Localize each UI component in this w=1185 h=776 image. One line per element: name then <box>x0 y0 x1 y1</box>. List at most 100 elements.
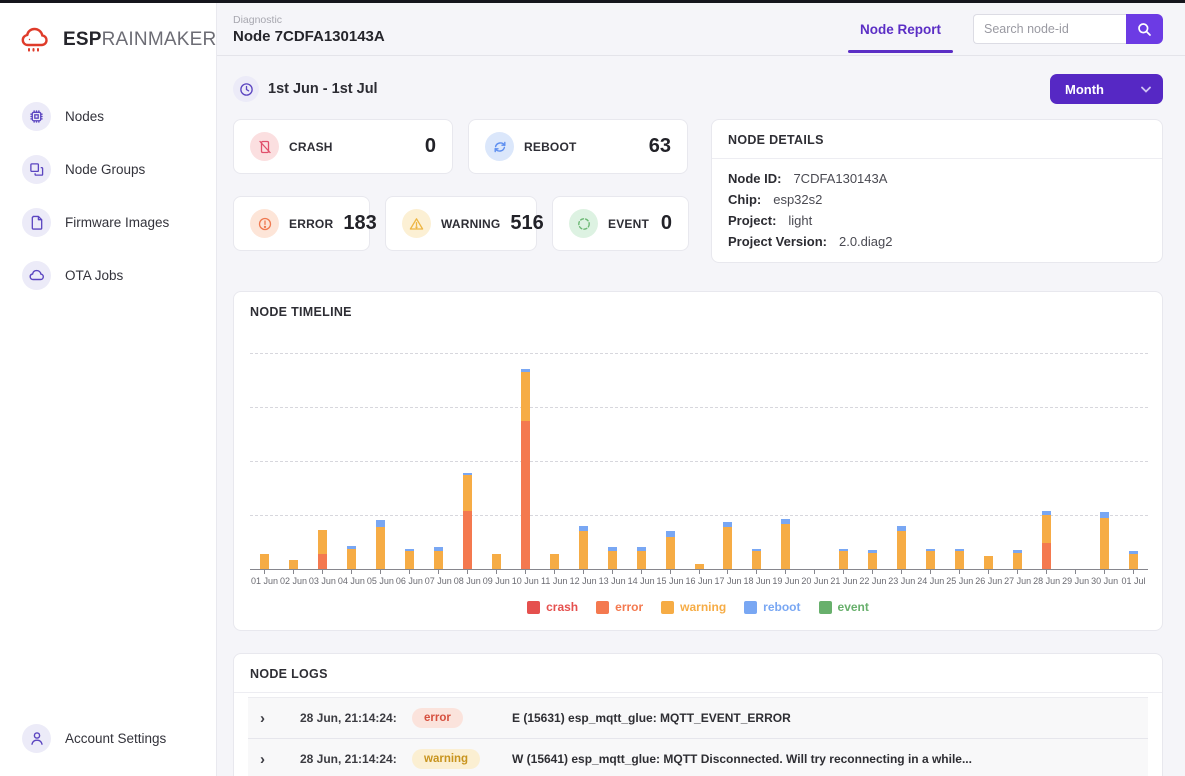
stacked-bar[interactable] <box>434 547 443 569</box>
search-button[interactable] <box>1126 14 1163 44</box>
stacked-bar[interactable] <box>1013 550 1022 569</box>
axis-tick <box>959 569 960 574</box>
axis-tick <box>901 569 902 574</box>
legend-item-reboot[interactable]: reboot <box>744 600 800 614</box>
chart-column: 11 Jun <box>540 344 569 586</box>
firmware-file-icon <box>22 208 51 237</box>
bar-segment-error <box>463 511 472 569</box>
stat-value: 63 <box>649 135 671 158</box>
bar-segment-warning <box>637 551 646 569</box>
stacked-bar[interactable] <box>289 560 298 569</box>
axis-tick <box>1133 569 1134 574</box>
stacked-bar[interactable] <box>897 526 906 569</box>
search-input[interactable] <box>973 14 1126 44</box>
legend-item-crash[interactable]: crash <box>527 600 578 614</box>
axis-tick <box>496 569 497 574</box>
sidebar-item-nodes[interactable]: Nodes <box>0 93 216 140</box>
stacked-bar[interactable] <box>463 473 472 569</box>
chart-column: 13 Jun <box>598 344 627 586</box>
legend-item-warning[interactable]: warning <box>661 600 726 614</box>
stacked-bar[interactable] <box>492 554 501 569</box>
bar-segment-warning <box>608 551 617 569</box>
legend-label: warning <box>680 600 726 614</box>
x-axis-label: 08 Jun <box>454 576 481 586</box>
sidebar-item-node-groups[interactable]: Node Groups <box>0 146 216 193</box>
bar-segment-warning <box>1129 554 1138 569</box>
chart-column: 10 Jun <box>511 344 540 586</box>
axis-tick <box>872 569 873 574</box>
stacked-bar[interactable] <box>781 519 790 569</box>
log-row[interactable]: ›28 Jun, 21:14:24:errorE (15631) esp_mqt… <box>248 698 1148 739</box>
tab-node-report[interactable]: Node Report <box>854 6 947 53</box>
legend-label: error <box>615 600 643 614</box>
sidebar-item-label: Node Groups <box>65 162 145 177</box>
bar-segment-warning <box>666 537 675 569</box>
stacked-bar[interactable] <box>1100 512 1109 569</box>
stacked-bar[interactable] <box>608 547 617 569</box>
stacked-bar[interactable] <box>955 549 964 569</box>
stacked-bar[interactable] <box>376 520 385 569</box>
chevron-right-icon[interactable]: › <box>260 710 300 727</box>
x-axis-label: 21 Jun <box>830 576 857 586</box>
chart-column: 23 Jun <box>887 344 916 586</box>
chart-column: 02 Jun <box>279 344 308 586</box>
stacked-bar[interactable] <box>260 554 269 569</box>
bar-segment-warning <box>926 551 935 569</box>
log-level-badge: warning <box>412 749 480 769</box>
node-logs-panel: NODE LOGS ›28 Jun, 21:14:24:errorE (1563… <box>233 653 1163 776</box>
sidebar-item-label: Firmware Images <box>65 215 169 230</box>
stacked-bar[interactable] <box>1129 551 1138 569</box>
axis-tick <box>554 569 555 574</box>
stat-value: 516 <box>510 212 543 235</box>
chart-column: 12 Jun <box>569 344 598 586</box>
stacked-bar[interactable] <box>984 556 993 570</box>
x-axis-label: 01 Jun <box>251 576 278 586</box>
axis-tick <box>843 569 844 574</box>
period-select-button[interactable]: Month <box>1050 74 1163 104</box>
stacked-bar[interactable] <box>839 549 848 569</box>
axis-tick <box>467 569 468 574</box>
stacked-bar[interactable] <box>926 549 935 569</box>
bar-segment-warning <box>434 551 443 569</box>
sidebar-item-firmware-images[interactable]: Firmware Images <box>0 199 216 246</box>
chart-column: 18 Jun <box>742 344 771 586</box>
warning-icon <box>402 209 431 238</box>
stacked-bar[interactable] <box>1042 511 1051 569</box>
axis-tick <box>1104 569 1105 574</box>
legend-item-error[interactable]: error <box>596 600 643 614</box>
stacked-bar[interactable] <box>666 531 675 569</box>
legend-item-event[interactable]: event <box>819 600 869 614</box>
sidebar-item-account-settings[interactable]: Account Settings <box>0 715 216 762</box>
x-axis-label: 01 Jul <box>1122 576 1146 586</box>
bar-segment-warning <box>376 527 385 569</box>
stacked-bar[interactable] <box>318 530 327 569</box>
stacked-bar[interactable] <box>550 554 559 569</box>
x-axis-label: 11 Jun <box>541 576 567 586</box>
timeline-plot: 01 Jun02 Jun03 Jun04 Jun05 Jun06 Jun07 J… <box>250 344 1148 586</box>
chart-column: 08 Jun <box>453 344 482 586</box>
stat-value: 0 <box>425 135 436 158</box>
bar-segment-warning <box>405 551 414 569</box>
bar-segment-warning <box>579 531 588 569</box>
stacked-bar[interactable] <box>347 546 356 569</box>
stacked-bar[interactable] <box>752 549 761 569</box>
stacked-bar[interactable] <box>521 369 530 569</box>
sidebar-item-ota-jobs[interactable]: OTA Jobs <box>0 252 216 299</box>
x-axis-label: 04 Jun <box>338 576 365 586</box>
log-row[interactable]: ›28 Jun, 21:14:24:warningW (15641) esp_m… <box>248 739 1148 776</box>
x-axis-label: 18 Jun <box>743 576 770 586</box>
chart-column: 27 Jun <box>1003 344 1032 586</box>
stacked-bar[interactable] <box>868 550 877 569</box>
detail-row-chip: Chip: esp32s2 <box>728 189 1146 210</box>
sidebar-item-label: Nodes <box>65 109 104 124</box>
stacked-bar[interactable] <box>579 526 588 569</box>
stat-card-error: ERROR 183 <box>233 196 370 251</box>
error-icon <box>250 209 279 238</box>
chevron-right-icon[interactable]: › <box>260 751 300 768</box>
bar-segment-error <box>521 421 530 570</box>
axis-tick <box>409 569 410 574</box>
esp-rainmaker-logo: ESPRAINMAKER <box>0 25 216 55</box>
stacked-bar[interactable] <box>723 522 732 569</box>
stacked-bar[interactable] <box>637 547 646 569</box>
stacked-bar[interactable] <box>405 549 414 569</box>
